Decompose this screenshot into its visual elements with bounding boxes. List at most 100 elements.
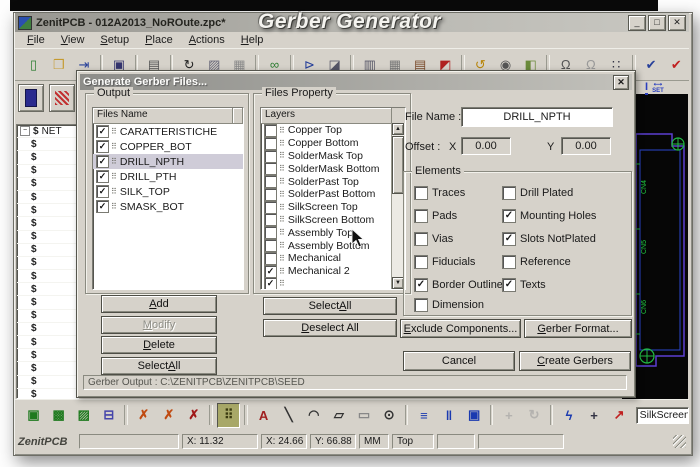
maximize-button[interactable]: □	[648, 14, 666, 31]
tree-net-item[interactable]: $	[17, 283, 78, 297]
exclude-components-button[interactable]: Exclude Components...	[400, 319, 521, 338]
layer-row[interactable]: ✓ ⠿ Mechanical 2	[261, 264, 392, 278]
tree-net-item[interactable]: $	[17, 296, 78, 310]
menu-item-place[interactable]: Place	[137, 34, 181, 46]
tree-collapse-icon[interactable]: −	[20, 126, 30, 137]
text-tool-icon[interactable]: A	[252, 402, 276, 428]
line-tool-icon[interactable]: ╲	[277, 402, 301, 428]
layers-select-all-button[interactable]: Select All	[263, 297, 397, 315]
file-row[interactable]: ✓ ⠿ CARATTERISTICHE	[93, 124, 243, 139]
delete-all-icon[interactable]: ✗	[182, 402, 206, 428]
layer-row[interactable]: ⠿ SilkScreen Bottom	[261, 213, 392, 227]
autoroute-icon[interactable]: ϟ	[557, 402, 581, 428]
layer-row[interactable]: ⠿ Assembly Top	[261, 226, 392, 240]
tree-net-item[interactable]: $	[17, 204, 78, 218]
gerber-format-button[interactable]: Gerber Format...	[524, 319, 632, 338]
file-row[interactable]: ✓ ⠿ DRILL_NPTH	[93, 154, 243, 169]
element-checkbox-border-outline[interactable]: ✓	[414, 278, 428, 292]
route-icon[interactable]: ▨	[72, 402, 96, 428]
layer-row[interactable]: ⠿ Mechanical	[261, 251, 392, 265]
menu-item-view[interactable]: View	[53, 34, 93, 46]
files-name-column-header[interactable]: Files Name	[93, 108, 233, 123]
layer-row[interactable]: ⠿ Assembly Bottom	[261, 239, 392, 253]
delete-component-icon[interactable]: ✗	[132, 402, 156, 428]
layer-row[interactable]: ⠿ Copper Bottom	[261, 136, 392, 150]
layer-checkbox[interactable]	[264, 149, 277, 163]
layer-checkbox[interactable]	[264, 123, 277, 137]
highlight-grid-icon[interactable]: ▣	[462, 402, 486, 428]
tree-net-item[interactable]: $	[17, 217, 78, 231]
footprint-mode-icon[interactable]: ⠿	[217, 402, 241, 428]
output-delete-button[interactable]: Delete	[101, 336, 217, 354]
file-row[interactable]: ✓ ⠿ DRILL_PTH	[93, 169, 243, 184]
cancel-button[interactable]: Cancel	[403, 351, 515, 371]
layer-row[interactable]: ⠿ SolderPast Top	[261, 175, 392, 189]
minimize-button[interactable]: _	[628, 14, 646, 31]
menu-item-setup[interactable]: Setup	[92, 34, 137, 46]
file-row[interactable]: ✓ ⠿ COPPER_BOT	[93, 139, 243, 154]
place-library-part-icon[interactable]: ▩	[47, 402, 71, 428]
layer-checkbox[interactable]	[264, 162, 277, 176]
file-checkbox[interactable]: ✓	[96, 155, 109, 168]
scroll-up-icon[interactable]: ▲	[392, 123, 404, 135]
cursor-info-icon[interactable]: I	[645, 82, 649, 95]
layer-checkbox[interactable]	[264, 200, 277, 214]
file-checkbox[interactable]: ✓	[96, 140, 109, 153]
layers-column-header[interactable]: Layers	[261, 108, 392, 123]
element-checkbox-dimension[interactable]	[414, 298, 428, 312]
menu-item-actions[interactable]: Actions	[181, 34, 233, 46]
tree-net-item[interactable]: $	[17, 362, 78, 376]
dialog-title-bar[interactable]: Generate Gerber Files... ✕	[80, 74, 632, 90]
tree-net-item[interactable]: $	[17, 244, 78, 257]
add-node-icon[interactable]: +	[582, 402, 606, 428]
delete-route-icon[interactable]: ✗	[157, 402, 181, 428]
tree-net-item[interactable]: $	[17, 376, 78, 389]
tree-net-item[interactable]: $	[17, 165, 78, 178]
measure-icon[interactable]: ↗	[607, 402, 631, 428]
file-row[interactable]: ✓ ⠿ SILK_TOP	[93, 184, 243, 199]
copy-route-icon[interactable]: ⊟	[97, 402, 121, 428]
element-checkbox-slots-notplated[interactable]: ✓	[502, 232, 516, 246]
rect-tool-icon[interactable]: ▭	[352, 402, 376, 428]
file-checkbox[interactable]: ✓	[96, 200, 109, 213]
dialog-close-icon[interactable]: ✕	[613, 74, 629, 90]
layer-row[interactable]: ✓ ⠿	[261, 277, 392, 289]
layer-checkbox[interactable]	[264, 213, 277, 227]
element-checkbox-mounting-holes[interactable]: ✓	[502, 209, 516, 223]
layer-checkbox[interactable]	[264, 187, 277, 201]
pro-check-icon[interactable]: ✔	[639, 52, 663, 77]
layer-checkbox[interactable]	[264, 136, 277, 150]
offset-y-input[interactable]: 0.00	[561, 137, 611, 155]
close-button[interactable]: ✕	[668, 14, 686, 31]
resize-grip[interactable]	[673, 435, 686, 448]
new-file-icon[interactable]: ▯	[22, 52, 46, 77]
rotate-part-icon[interactable]: ↻	[522, 402, 546, 428]
menu-item-help[interactable]: Help	[233, 34, 272, 46]
layers-list[interactable]: Layers ⠿ Copper Top ⠿ Copper Bottom ⠿ SolderM…	[260, 107, 406, 290]
tree-net-item[interactable]: $	[17, 151, 78, 165]
offset-x-input[interactable]: 0.00	[461, 137, 511, 155]
arc-tool-icon[interactable]: ◠	[302, 402, 326, 428]
output-add-button[interactable]: Add	[101, 295, 217, 313]
element-checkbox-fiducials[interactable]	[414, 255, 428, 269]
tree-net-item[interactable]: $	[17, 310, 78, 323]
open-folder-icon[interactable]: ❒	[47, 52, 71, 77]
files-extra-column-header[interactable]	[233, 108, 243, 123]
tree-net-item[interactable]: $	[17, 389, 78, 398]
menu-item-file[interactable]: File	[19, 34, 53, 46]
hatch-tool-icon[interactable]	[49, 84, 75, 112]
set-measure-icon[interactable]: ⟷ SET	[652, 82, 664, 94]
create-gerbers-button[interactable]: Create Gerbers	[519, 351, 631, 371]
align-horizontal-icon[interactable]: ≡	[412, 402, 436, 428]
file-checkbox[interactable]: ✓	[96, 170, 109, 183]
layer-checkbox[interactable]	[264, 175, 277, 189]
element-checkbox-texts[interactable]: ✓	[502, 278, 516, 292]
layer-combobox[interactable]: SilkScreen	[635, 406, 689, 424]
file-row[interactable]: ✓ ⠿ SMASK_BOT	[93, 199, 243, 214]
tree-net-item[interactable]: $	[17, 191, 78, 205]
layer-checkbox[interactable]: ✓	[264, 264, 277, 278]
element-checkbox-vias[interactable]	[414, 232, 428, 246]
tree-net-item[interactable]: $	[17, 323, 78, 336]
layer-row[interactable]: ⠿ Copper Top	[261, 123, 392, 137]
output-modify-button[interactable]: Modify	[101, 315, 217, 334]
